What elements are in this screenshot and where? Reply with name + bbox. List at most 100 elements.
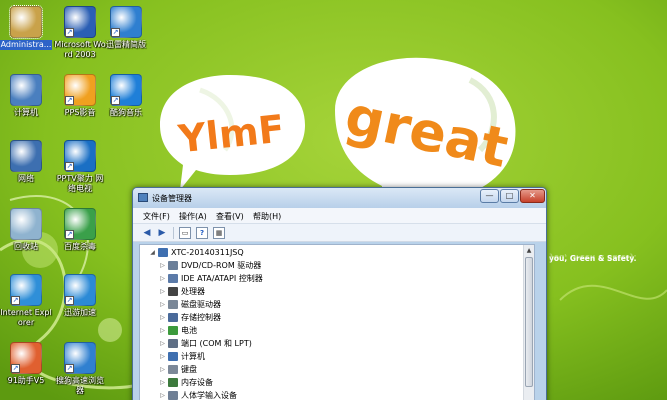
wallpaper-tagline-reflection: you, Green & Safety. [549, 253, 637, 262]
network-icon [10, 140, 42, 172]
desktop-icon[interactable]: 计算机 [0, 72, 52, 132]
memory-icon [168, 378, 178, 387]
collapsed-arrow-icon[interactable]: ▷ [158, 389, 167, 400]
menu-action[interactable]: 操作(A) [179, 211, 207, 222]
tree-node[interactable]: ▷ 内存设备 [158, 376, 213, 389]
desktop-icon-label: 百度杀毒 [64, 242, 96, 251]
window-titlebar[interactable]: 设备管理器 — □ ✕ [133, 188, 546, 208]
tree-node[interactable]: ▷ 存储控制器 [158, 311, 221, 324]
desktop-icon[interactable]: ↗ 百度杀毒 [54, 206, 106, 266]
battery-icon [168, 326, 178, 335]
desktop-icon-label: 回收站 [14, 242, 38, 251]
scrollbar-thumb[interactable] [525, 257, 533, 387]
help-icon[interactable]: ? [196, 227, 208, 239]
collapsed-arrow-icon[interactable]: ▷ [158, 259, 167, 272]
dvd-drive-icon [168, 261, 178, 270]
port-icon [168, 339, 178, 348]
desktop-icon-label: 迅雷精简版 [106, 40, 146, 49]
desktop-icon[interactable]: ↗ 搜狗高速浏览器 [54, 340, 106, 400]
desktop-icon[interactable]: ↗ 迅雷精简版 [100, 4, 152, 64]
disk-drive-icon [168, 300, 178, 309]
collapsed-arrow-icon[interactable]: ▷ [158, 272, 167, 285]
desktop-icon[interactable]: ↗ Microsoft Word 2003 [54, 4, 106, 64]
desktop-icon-label: Internet Explorer [0, 308, 52, 327]
desktop-icon-label: 搜狗高速浏览器 [56, 376, 104, 395]
tree-node[interactable]: ▷ 计算机 [158, 350, 205, 363]
computer-icon [168, 352, 178, 361]
tree-node-label: 磁盘驱动器 [181, 300, 221, 309]
desktop-icon[interactable]: ↗ 迅游加速 [54, 272, 106, 332]
user-folder-icon [9, 5, 43, 39]
sogou-browser-icon: ↗ [64, 342, 96, 374]
shield-icon: ↗ [64, 208, 96, 240]
desktop-icon-label: 酷狗音乐 [110, 108, 142, 117]
desktop-icon[interactable]: 网络 [0, 138, 52, 198]
tree-node[interactable]: ▷ 人体学输入设备 [158, 389, 237, 400]
desktop-icon[interactable]: ↗ Internet Explorer [0, 272, 52, 332]
tree-node-label: 电池 [181, 326, 197, 335]
collapsed-arrow-icon[interactable]: ▷ [158, 350, 167, 363]
properties-icon[interactable]: ▭ [179, 227, 191, 239]
tree-node-label: 端口 (COM 和 LPT) [181, 339, 252, 348]
device-tree[interactable]: ◢ XTC-20140311JSQ ▷ DVD/CD-ROM 驱动器 ▷ IDE ATA/… [139, 244, 535, 400]
ide-controller-icon [168, 274, 178, 283]
pptv-icon: ↗ [64, 140, 96, 172]
tree-node[interactable]: ▷ 键盘 [158, 363, 197, 376]
shortcut-arrow-icon: ↗ [65, 162, 74, 171]
tree-node[interactable]: ▷ 磁盘驱动器 [158, 298, 221, 311]
desktop-icon-label: PPTV聚力 网络电视 [56, 174, 104, 193]
expanded-arrow-icon[interactable]: ◢ [148, 246, 157, 259]
tree-node-label: 处理器 [181, 287, 205, 296]
menu-view[interactable]: 查看(V) [216, 211, 244, 222]
close-button[interactable]: ✕ [520, 189, 545, 203]
maximize-button[interactable]: □ [500, 189, 519, 203]
vertical-scrollbar[interactable]: ▲ [523, 245, 534, 400]
shortcut-arrow-icon: ↗ [11, 364, 20, 373]
tree-node[interactable]: ▷ 处理器 [158, 285, 205, 298]
collapsed-arrow-icon[interactable]: ▷ [158, 298, 167, 311]
minimize-button[interactable]: — [480, 189, 499, 203]
toolbar: ◀ ▶ ▭ ? ▦ [133, 224, 546, 242]
menu-bar: 文件(F) 操作(A) 查看(V) 帮助(H) [133, 208, 546, 224]
tree-node-label: XTC-20140311JSQ [171, 248, 244, 257]
desktop-icon-label: 迅游加速 [64, 308, 96, 317]
menu-file[interactable]: 文件(F) [143, 211, 170, 222]
back-icon[interactable]: ◀ [141, 227, 153, 239]
tree-node-label: 计算机 [181, 352, 205, 361]
collapsed-arrow-icon[interactable]: ▷ [158, 376, 167, 389]
shortcut-arrow-icon: ↗ [65, 230, 74, 239]
tree-node[interactable]: ▷ 电池 [158, 324, 197, 337]
desktop-icon[interactable]: ↗ 酷狗音乐 [100, 72, 152, 132]
forward-icon[interactable]: ▶ [156, 227, 168, 239]
tree-node[interactable]: ◢ XTC-20140311JSQ [148, 246, 244, 259]
collapsed-arrow-icon[interactable]: ▷ [158, 363, 167, 376]
desktop-icon-label: Microsoft Word 2003 [54, 40, 106, 59]
desktop-icon[interactable]: ↗ PPS影音 [54, 72, 106, 132]
collapsed-arrow-icon[interactable]: ▷ [158, 324, 167, 337]
desktop-icon-label: 91助手V5 [7, 376, 45, 385]
desktop-icon[interactable]: Administra... [0, 4, 52, 64]
storage-controller-icon [168, 313, 178, 322]
collapsed-arrow-icon[interactable]: ▷ [158, 337, 167, 350]
hid-icon [168, 391, 178, 400]
desktop-icon[interactable]: ↗ PPTV聚力 网络电视 [54, 138, 106, 198]
collapsed-arrow-icon[interactable]: ▷ [158, 311, 167, 324]
scroll-up-icon[interactable]: ▲ [524, 245, 534, 256]
tree-node[interactable]: ▷ IDE ATA/ATAPI 控制器 [158, 272, 263, 285]
tree-node-label: IDE ATA/ATAPI 控制器 [181, 274, 263, 283]
menu-help[interactable]: 帮助(H) [253, 211, 281, 222]
thunder-bird-icon: ↗ [110, 6, 142, 38]
device-manager-window[interactable]: 设备管理器 — □ ✕ 文件(F) 操作(A) 查看(V) 帮助(H) ◀ ▶ … [132, 187, 547, 400]
ie-icon: ↗ [10, 274, 42, 306]
desktop-icon[interactable]: ↗ 91助手V5 [0, 340, 52, 400]
recycle-bin-icon [10, 208, 42, 240]
desktop-icon-label: 网络 [18, 174, 34, 183]
collapsed-arrow-icon[interactable]: ▷ [158, 285, 167, 298]
device-manager-icon [138, 193, 148, 202]
desktop-icon-label: PPS影音 [64, 108, 96, 117]
tree-node[interactable]: ▷ 端口 (COM 和 LPT) [158, 337, 252, 350]
desktop-icon[interactable]: 回收站 [0, 206, 52, 266]
tree-node[interactable]: ▷ DVD/CD-ROM 驱动器 [158, 259, 261, 272]
tree-node-label: 内存设备 [181, 378, 213, 387]
view-icon[interactable]: ▦ [213, 227, 225, 239]
